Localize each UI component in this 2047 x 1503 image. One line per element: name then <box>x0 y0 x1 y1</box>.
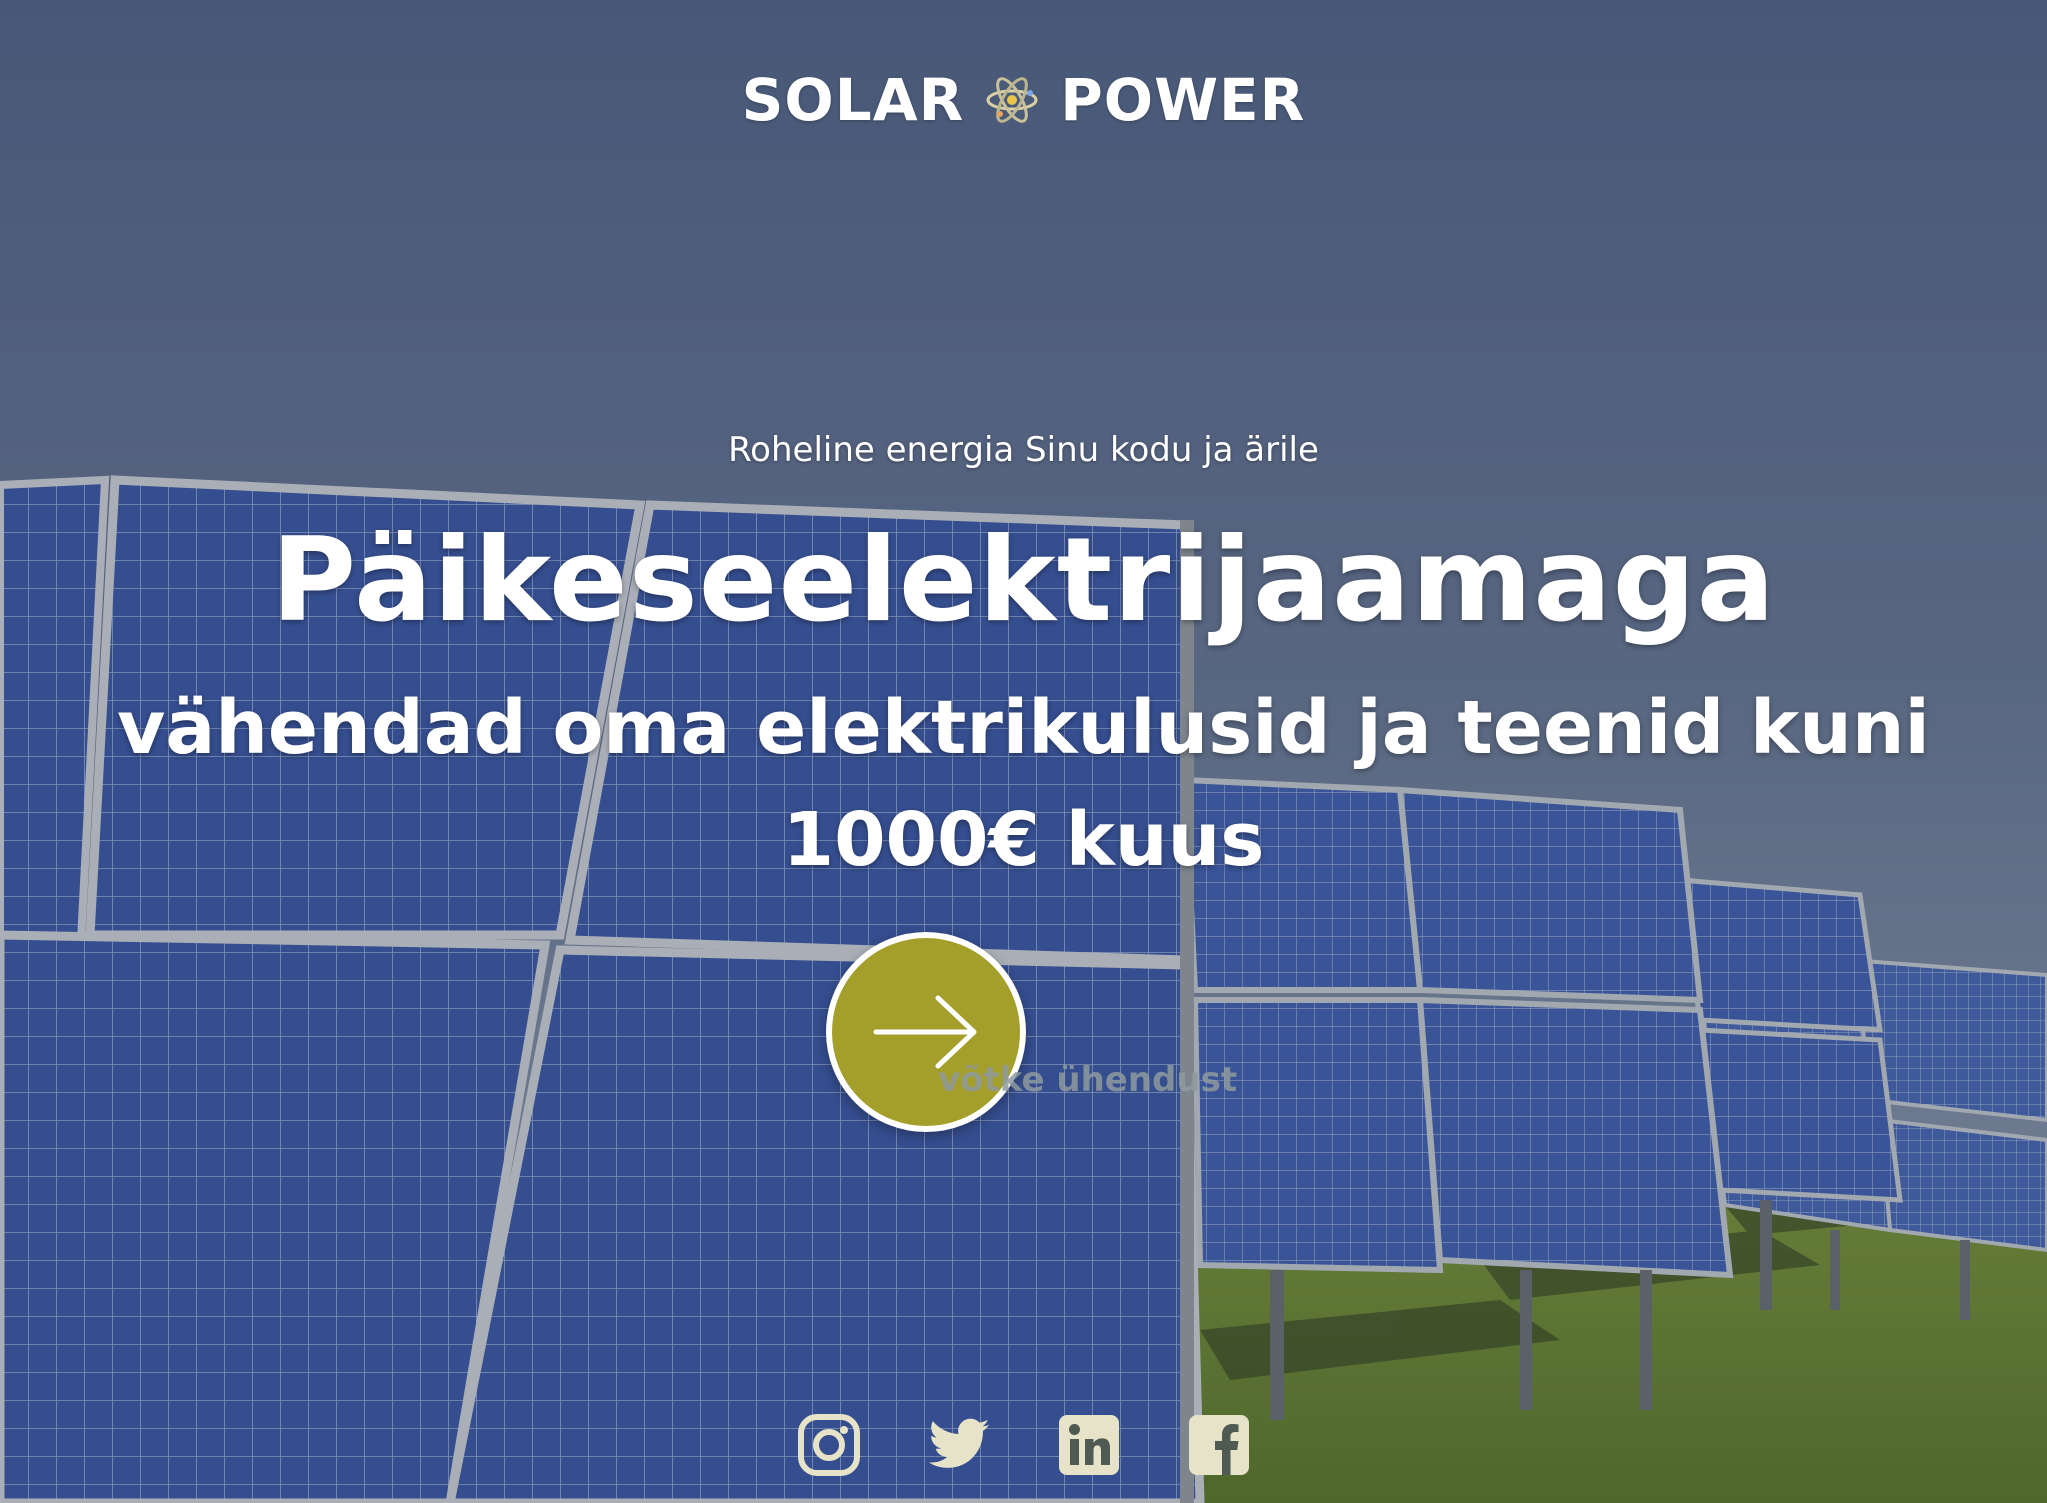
hero-tagline: Roheline energia Sinu kodu ja ärile <box>728 430 1319 470</box>
brand-word-left: SOLAR <box>741 66 965 134</box>
facebook-icon[interactable] <box>1186 1412 1252 1478</box>
instagram-icon[interactable] <box>796 1412 862 1478</box>
hero-section: SOLAR POWER Roheline energia Sinu kodu j… <box>0 0 2047 1503</box>
brand-word-right: POWER <box>1060 66 1306 134</box>
contact-cta-label[interactable]: võtke ühendust <box>938 1060 1237 1100</box>
social-links <box>0 1412 2047 1478</box>
contact-cta-button[interactable] <box>826 932 1026 1132</box>
twitter-icon[interactable] <box>926 1412 992 1478</box>
hero-subheadline: vähendad oma elektrikulusid ja teenid ku… <box>117 685 1930 883</box>
brand-logo[interactable]: SOLAR POWER <box>0 66 2047 134</box>
linkedin-icon[interactable] <box>1056 1412 1122 1478</box>
hero-headline: Päikeseelektrijaamaga <box>271 513 1776 648</box>
atom-icon <box>986 72 1038 124</box>
